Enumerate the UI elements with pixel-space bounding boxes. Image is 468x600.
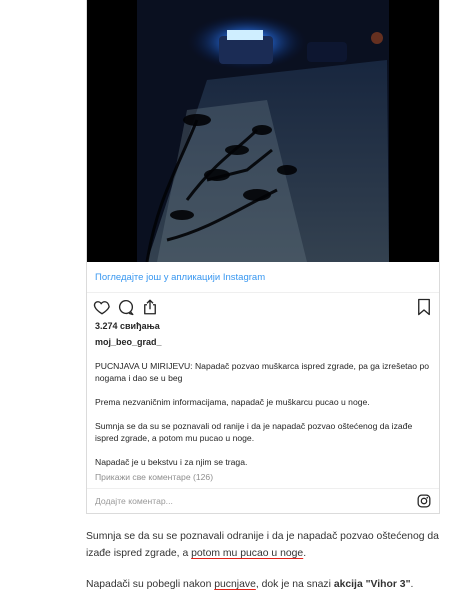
instagram-embed: Погледајте још у апликацији Instagram 3.…: [86, 0, 440, 514]
article-bold-text: akcija "Vihor 3": [333, 579, 411, 590]
caption-paragraph: PUCNJAVA U MIRIJEVU: Napadač pozvao mušk…: [95, 361, 430, 383]
action-bar: [93, 298, 433, 316]
divider: [87, 488, 439, 489]
divider: [87, 292, 439, 293]
caption-paragraph: Sumnja se da su se poznavali od ranije i…: [95, 421, 413, 443]
caption-paragraph: Napadač je u bekstvu i za njim se traga.: [95, 457, 248, 467]
comment-icon[interactable]: [117, 298, 135, 316]
likes-count[interactable]: 3.274 свиђања: [95, 321, 160, 331]
article-text: .: [410, 579, 414, 590]
article-paragraph: Napadači su pobegli nakon pucnjave, dok …: [86, 576, 466, 593]
instagram-icon[interactable]: [417, 494, 431, 508]
share-icon[interactable]: [141, 298, 159, 316]
article-text: , dok je na snazi: [255, 579, 334, 590]
article-text: .: [303, 548, 307, 559]
view-comments-link[interactable]: Прикажи све коментаре (126): [95, 472, 213, 482]
heart-icon[interactable]: [93, 298, 111, 316]
article-paragraph: Sumnja se da su se poznavali odranije i …: [86, 528, 466, 562]
add-comment-input[interactable]: Додајте коментар...: [95, 496, 173, 506]
caption-paragraph: Prema nezvaničnim informacijama, napadač…: [95, 397, 370, 407]
username-link[interactable]: moj_beo_grad_: [95, 337, 162, 347]
article-link[interactable]: potom mu pucao u noge: [191, 548, 303, 559]
night-street-video-image: [87, 0, 439, 262]
post-caption: PUCNJAVA U MIRIJEVU: Napadač pozvao mušk…: [95, 360, 431, 468]
bookmark-icon[interactable]: [415, 298, 433, 316]
article-text: Napadači su pobegli nakon: [86, 579, 215, 590]
view-in-app-link[interactable]: Погледајте још у апликацији Instagram: [95, 272, 265, 283]
video-frame[interactable]: [87, 0, 439, 262]
article-link[interactable]: pucnjave: [214, 579, 256, 590]
